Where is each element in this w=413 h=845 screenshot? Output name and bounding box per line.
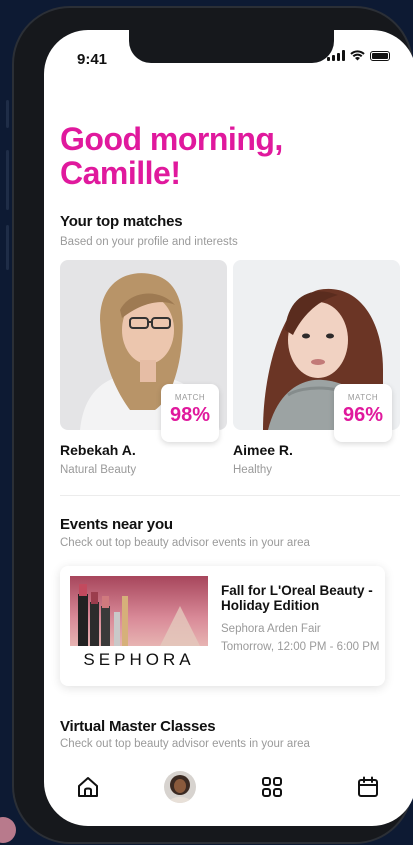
- top-matches-subtitle: Based on your profile and interests: [60, 236, 238, 248]
- calendar-icon: [358, 776, 378, 797]
- event-image: [70, 576, 208, 646]
- side-button-volume-down: [6, 225, 9, 270]
- signal-icon: [327, 50, 345, 61]
- match-tag: Healthy: [233, 464, 272, 476]
- tab-home[interactable]: [70, 769, 106, 805]
- match-score: 98%: [169, 404, 211, 426]
- tab-bar: [44, 765, 413, 815]
- match-name: Aimee R.: [233, 442, 293, 458]
- phone-frame: 9:41 Good morning, Camille! Your top mat…: [12, 6, 413, 844]
- tab-profile[interactable]: [162, 769, 198, 805]
- event-location: Sephora Arden Fair: [221, 623, 321, 635]
- event-title: Fall for L'Oreal Beauty - Holiday Editio…: [221, 583, 373, 613]
- home-icon: [78, 777, 98, 797]
- battery-icon: [370, 50, 390, 61]
- events-title: Events near you: [60, 516, 173, 533]
- app-screen: 9:41 Good morning, Camille! Your top mat…: [44, 30, 413, 826]
- match-badge-label: MATCH: [347, 393, 379, 402]
- event-card[interactable]: SEPHORA Fall for L'Oreal Beauty - Holida…: [60, 566, 385, 686]
- section-divider: [60, 495, 400, 496]
- tab-explore[interactable]: [254, 769, 290, 805]
- status-time: 9:41: [77, 51, 108, 68]
- match-score-badge: MATCH 98%: [161, 384, 219, 442]
- match-tag: Natural Beauty: [60, 464, 137, 476]
- match-card-aimee[interactable]: MATCH 96% Aimee R. Healthy: [233, 260, 400, 476]
- classes-subtitle: Check out top beauty advisor events in y…: [60, 738, 310, 750]
- side-button-mute: [6, 100, 9, 128]
- match-badge-label: MATCH: [174, 393, 206, 402]
- phone-notch: [129, 30, 334, 63]
- events-subtitle: Check out top beauty advisor events in y…: [60, 537, 310, 549]
- event-time: Tomorrow, 12:00 PM - 6:00 PM: [221, 641, 380, 653]
- wifi-icon: [350, 50, 365, 61]
- greeting-heading: Good morning, Camille!: [60, 122, 360, 190]
- match-card-rebekah[interactable]: MATCH 98% Rebekah A. Natural Beauty: [60, 260, 227, 476]
- tab-calendar[interactable]: [350, 769, 386, 805]
- match-name: Rebekah A.: [60, 442, 136, 458]
- profile-avatar: [164, 771, 196, 803]
- grid-icon: [262, 777, 282, 797]
- assistive-touch-dot: [0, 817, 16, 843]
- greeting-line-2: Camille!: [60, 155, 181, 191]
- top-matches-title: Your top matches: [60, 213, 183, 230]
- status-icons: [327, 50, 390, 61]
- classes-title: Virtual Master Classes: [60, 718, 216, 735]
- event-brand-logo: SEPHORA: [83, 650, 195, 669]
- greeting-line-1: Good morning,: [60, 121, 283, 157]
- match-score: 96%: [342, 404, 384, 426]
- side-button-volume-up: [6, 150, 9, 210]
- match-score-badge: MATCH 96%: [334, 384, 392, 442]
